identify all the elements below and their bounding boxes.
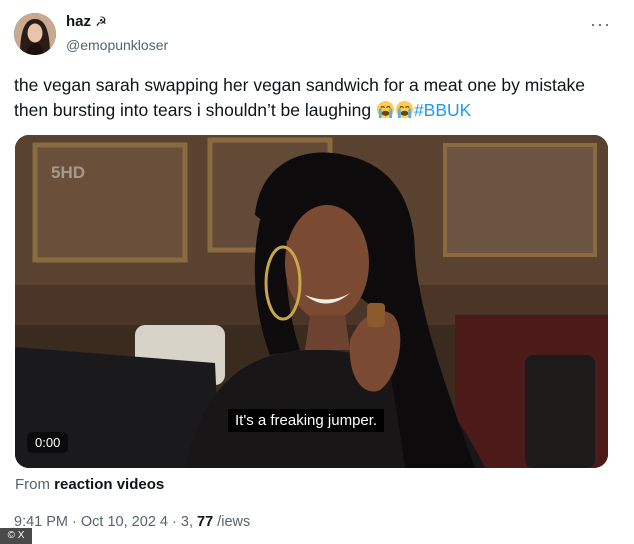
more-options-icon[interactable]: ··· <box>590 14 611 35</box>
hammer-and-sickle-icon: ☭ <box>95 14 107 29</box>
video-time-badge: 0:00 <box>27 432 69 453</box>
attribution-source-link[interactable]: reaction videos <box>54 476 164 493</box>
channel-logo: 5HD <box>51 163 86 182</box>
user-handle[interactable]: @emopunkloser <box>66 37 168 53</box>
tweet-text: the vegan sarah swapping her vegan sandw… <box>14 73 619 123</box>
display-name-text: haz <box>66 13 92 30</box>
tweet-meta: 9:41 PM · Oct 10, 202 4 · 3, 77 /iews <box>14 514 250 530</box>
views-count: 77 <box>197 514 214 530</box>
video-subtitle: It's a freaking jumper. <box>228 409 385 432</box>
attribution-prefix: From <box>15 476 50 493</box>
views-partial: 3, <box>180 514 193 530</box>
tweet-date[interactable]: Oct 10, 20 <box>81 514 148 530</box>
hashtag-link[interactable]: #BBUK <box>414 100 471 120</box>
avatar-image <box>14 13 56 55</box>
avatar[interactable] <box>14 13 56 55</box>
meta-separator: · <box>72 514 77 530</box>
loudly-crying-face-icon <box>395 100 414 119</box>
video-player[interactable]: 5HD It's a freaking jumper. 0:00 <box>15 135 608 468</box>
source-watermark: © X <box>0 528 32 544</box>
display-name[interactable]: haz ☭ <box>66 13 107 30</box>
tweet-body: the vegan sarah swapping her vegan sandw… <box>14 75 586 120</box>
meta-separator-2: · <box>172 514 177 530</box>
views-label: /iews <box>217 514 251 530</box>
tweet-date-obscured: 2 4 <box>147 514 168 530</box>
loudly-crying-face-icon <box>376 100 395 119</box>
attribution: From reaction videos <box>15 476 164 493</box>
